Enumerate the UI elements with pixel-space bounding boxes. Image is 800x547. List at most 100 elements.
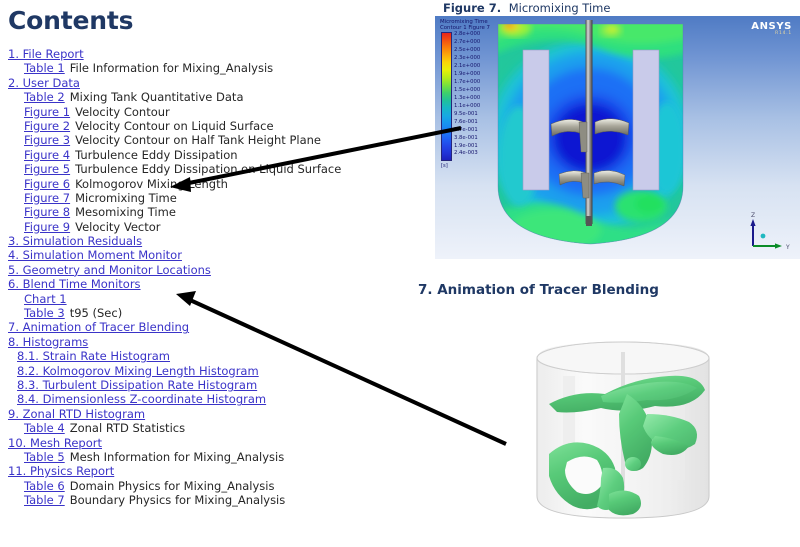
toc-entry: Figure 4 Turbulence Eddy Dissipation bbox=[8, 148, 428, 162]
toc-link[interactable]: 1. File Report bbox=[8, 47, 84, 61]
toc-link[interactable]: 3. Simulation Residuals bbox=[8, 234, 142, 248]
toc-link[interactable]: Table 2 bbox=[24, 90, 65, 104]
table-of-contents: 1. File Report Table 1 File Information fo… bbox=[8, 47, 428, 508]
toc-link[interactable]: Table 4 bbox=[24, 421, 65, 435]
toc-description: Velocity Contour bbox=[75, 104, 170, 119]
toc-link[interactable]: Chart 1 bbox=[24, 292, 67, 306]
toc-entry: 8.1. Strain Rate Histogram bbox=[8, 349, 428, 363]
toc-entry: Figure 7 Micromixing Time bbox=[8, 191, 428, 205]
toc-link[interactable]: 8.2. Kolmogorov Mixing Length Histogram bbox=[17, 364, 259, 378]
toc-entry: 7. Animation of Tracer Blending bbox=[8, 320, 428, 334]
toc-entry: Table 6 Domain Physics for Mixing_Analysi… bbox=[8, 479, 428, 493]
toc-entry: Figure 3 Velocity Contour on Half Tank He… bbox=[8, 133, 428, 147]
legend-value: 2.3e+000 bbox=[454, 55, 481, 62]
legend-value: 7.6e-001 bbox=[454, 118, 478, 125]
legend-value: 2.4e-003 bbox=[454, 150, 478, 157]
toc-entry: 9. Zonal RTD Histogram bbox=[8, 407, 428, 421]
toc-description: Zonal RTD Statistics bbox=[69, 421, 186, 436]
toc-entry: Figure 6 Kolmogorov Mixing Length bbox=[8, 177, 428, 191]
toc-link[interactable]: 11. Physics Report bbox=[8, 464, 114, 478]
toc-link[interactable]: Figure 6 bbox=[24, 177, 70, 191]
toc-entry: 3. Simulation Residuals bbox=[8, 234, 428, 248]
toc-entry: Figure 8 Mesomixing Time bbox=[8, 205, 428, 219]
toc-link[interactable]: Table 5 bbox=[24, 450, 65, 464]
toc-entry: Table 5 Mesh Information for Mixing_Analy… bbox=[8, 450, 428, 464]
toc-link[interactable]: 8.3. Turbulent Dissipation Rate Histogra… bbox=[17, 378, 257, 392]
toc-entry: Figure 9 Velocity Vector bbox=[8, 220, 428, 234]
toc-entry: Figure 5 Turbulence Eddy Dissipation on L… bbox=[8, 162, 428, 176]
toc-description: Mesomixing Time bbox=[75, 205, 176, 220]
legend-value: 1.7e+000 bbox=[454, 79, 481, 86]
toc-description: Velocity Vector bbox=[75, 219, 161, 234]
toc-link[interactable]: 4. Simulation Moment Monitor bbox=[8, 248, 182, 262]
legend-value: 2.1e+000 bbox=[454, 63, 481, 70]
legend-value: 1.9e-001 bbox=[454, 142, 478, 149]
toc-description: Turbulence Eddy Dissipation bbox=[75, 147, 238, 162]
toc-entry: 8.4. Dimensionless Z-coordinate Histogra… bbox=[8, 392, 428, 406]
toc-description: Mesh Information for Mixing_Analysis bbox=[69, 449, 285, 464]
toc-link[interactable]: 6. Blend Time Monitors bbox=[8, 277, 141, 291]
toc-link[interactable]: Figure 1 bbox=[24, 105, 70, 119]
toc-entry: 5. Geometry and Monitor Locations bbox=[8, 263, 428, 277]
legend-scale: 2.8e+000 2.7e+000 2.5e+000 2.3e+000 2.1e+000… bbox=[440, 31, 518, 169]
toc-link[interactable]: 9. Zonal RTD Histogram bbox=[8, 407, 145, 421]
toc-link[interactable]: 2. User Data bbox=[8, 76, 80, 90]
toc-entry: 8.2. Kolmogorov Mixing Length Histogram bbox=[8, 364, 428, 378]
toc-entry: 10. Mesh Report bbox=[8, 436, 428, 450]
ansys-logo: ANSYS R14.1 bbox=[751, 21, 792, 36]
toc-link[interactable]: Figure 8 bbox=[24, 205, 70, 219]
toc-entry: Chart 1 bbox=[8, 292, 428, 306]
toc-link[interactable]: Figure 2 bbox=[24, 119, 70, 133]
toc-description: Turbulence Eddy Dissipation on Liquid Su… bbox=[75, 162, 342, 177]
page-title: Contents bbox=[8, 6, 134, 35]
toc-description: Kolmogorov Mixing Length bbox=[75, 176, 228, 191]
axis-label-z: Z bbox=[751, 212, 755, 219]
toc-description: Mixing Tank Quantitative Data bbox=[69, 90, 244, 105]
toc-link[interactable]: 5. Geometry and Monitor Locations bbox=[8, 263, 211, 277]
toc-link[interactable]: 8.1. Strain Rate Histogram bbox=[17, 349, 170, 363]
toc-entry: 1. File Report bbox=[8, 47, 428, 61]
toc-link[interactable]: Table 7 bbox=[24, 493, 65, 507]
section7-caption: 7. Animation of Tracer Blending bbox=[418, 282, 659, 298]
toc-link[interactable]: Table 3 bbox=[24, 306, 65, 320]
legend-value: 9.5e-001 bbox=[454, 110, 478, 117]
contents-panel: Contents 1. File Report Table 1 File Infor… bbox=[0, 0, 430, 547]
legend-value: 1.9e+000 bbox=[454, 71, 481, 78]
toc-link[interactable]: 10. Mesh Report bbox=[8, 436, 102, 450]
tracer-blending-image bbox=[505, 318, 745, 543]
legend-value: 2.8e+000 bbox=[454, 31, 481, 38]
toc-entry: 2. User Data bbox=[8, 76, 428, 90]
toc-description: File Information for Mixing_Analysis bbox=[69, 61, 274, 76]
toc-link[interactable]: 7. Animation of Tracer Blending bbox=[8, 320, 189, 334]
toc-entry: Figure 2 Velocity Contour on Liquid Surfa… bbox=[8, 119, 428, 133]
toc-link[interactable]: Figure 7 bbox=[24, 191, 70, 205]
toc-link[interactable]: Figure 4 bbox=[24, 148, 70, 162]
toc-link[interactable]: Figure 3 bbox=[24, 133, 70, 147]
toc-link[interactable]: Figure 9 bbox=[24, 220, 70, 234]
toc-entry: Table 7 Boundary Physics for Mixing_Analy… bbox=[8, 493, 428, 507]
toc-description: Micromixing Time bbox=[75, 190, 177, 205]
toc-entry: 8.3. Turbulent Dissipation Rate Histogra… bbox=[8, 378, 428, 392]
toc-link[interactable]: 8. Histograms bbox=[8, 335, 88, 349]
toc-entry: Table 3 t95 (Sec) bbox=[8, 306, 428, 320]
legend-unit: [s] bbox=[441, 163, 448, 170]
legend-value: 1.1e+000 bbox=[454, 102, 481, 109]
toc-entry: 8. Histograms bbox=[8, 335, 428, 349]
contour-legend: Micromixing Time Contour 1 Figure 7 2.8e… bbox=[440, 19, 518, 169]
toc-link[interactable]: Figure 5 bbox=[24, 162, 70, 176]
legend-value: 3.8e-001 bbox=[454, 134, 478, 141]
toc-description: Domain Physics for Mixing_Analysis bbox=[69, 478, 275, 493]
axis-label-y: Y bbox=[785, 244, 790, 251]
legend-value: 1.5e+000 bbox=[454, 86, 481, 93]
toc-description: Velocity Contour on Liquid Surface bbox=[75, 118, 274, 133]
toc-entry: Table 2 Mixing Tank Quantitative Data bbox=[8, 90, 428, 104]
toc-link[interactable]: Table 6 bbox=[24, 479, 65, 493]
toc-link[interactable]: 8.4. Dimensionless Z-coordinate Histogra… bbox=[17, 392, 266, 406]
figure7-caption: Figure 7. Micromixing Time bbox=[443, 1, 610, 15]
toc-description: t95 (Sec) bbox=[69, 306, 123, 321]
toc-entry: Table 1 File Information for Mixing_Analy… bbox=[8, 61, 428, 75]
toc-link[interactable]: Table 1 bbox=[24, 61, 65, 75]
toc-entry: Table 4 Zonal RTD Statistics bbox=[8, 421, 428, 435]
legend-value: 2.5e+000 bbox=[454, 47, 481, 54]
figure7-contour-image: Micromixing Time Contour 1 Figure 7 2.8e… bbox=[435, 16, 800, 259]
